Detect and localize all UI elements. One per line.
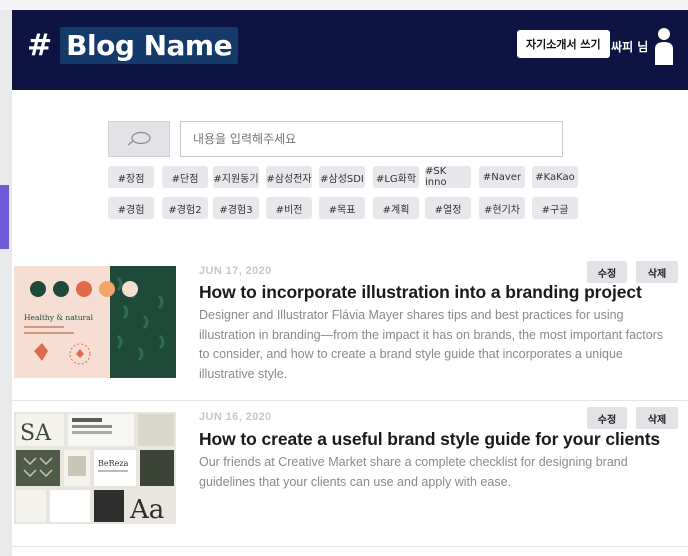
- user-name: 김싸피 님: [600, 40, 649, 54]
- tag-chip[interactable]: #경험: [108, 197, 154, 219]
- blog-page: # Blog Name 자기소개서 쓰기 김싸피 님 #장점 #단점 #지원동기…: [12, 10, 688, 556]
- search-button[interactable]: [108, 121, 170, 157]
- delete-button[interactable]: 삭제: [636, 407, 678, 429]
- top-strip: [0, 0, 688, 10]
- user-avatar-icon[interactable]: [653, 27, 675, 65]
- edit-button[interactable]: 수정: [587, 407, 627, 429]
- post-thumbnail[interactable]: Healthy & natural: [14, 266, 176, 378]
- post-title[interactable]: How to incorporate illustration into a b…: [199, 282, 642, 303]
- thumb-caption: BeReza: [98, 459, 129, 468]
- post-divider: [12, 400, 688, 401]
- delete-button[interactable]: 삭제: [636, 261, 678, 283]
- search-icon: [127, 131, 151, 146]
- tag-chip[interactable]: #구글: [532, 197, 578, 219]
- svg-text:Aa: Aa: [129, 495, 164, 524]
- post-description: Designer and Illustrator Flávia Mayer sh…: [199, 308, 664, 381]
- illustration-branding-image: Healthy & natural: [14, 266, 176, 378]
- blog-brand[interactable]: # Blog Name: [27, 22, 239, 68]
- thumb-caption: Healthy & natural: [24, 313, 94, 322]
- post-divider: [12, 546, 688, 547]
- tag-chip[interactable]: #목표: [319, 197, 365, 219]
- tag-chip[interactable]: #장점: [108, 166, 154, 188]
- tag-chip[interactable]: #삼성전자: [266, 166, 312, 188]
- post-description: Our friends at Creative Market share a c…: [199, 455, 628, 489]
- blog-name: Blog Name: [60, 26, 239, 64]
- tag-chip[interactable]: #KaKao: [532, 166, 578, 188]
- search-bar: [108, 121, 563, 157]
- post-thumbnail[interactable]: SA BeReza Aa: [14, 412, 176, 524]
- side-accent-tab[interactable]: [0, 185, 9, 249]
- tag-chip[interactable]: #SK inno: [425, 166, 471, 188]
- tag-chip[interactable]: #비전: [266, 197, 312, 219]
- post-title[interactable]: How to create a useful brand style guide…: [199, 429, 660, 450]
- hash-symbol: #: [27, 27, 53, 63]
- tag-chip[interactable]: #경험3: [213, 197, 259, 219]
- write-intro-button[interactable]: 자기소개서 쓰기: [517, 30, 610, 58]
- tag-chip[interactable]: #삼성SDI: [319, 166, 365, 188]
- tag-chip[interactable]: #LG화학: [373, 166, 419, 188]
- tag-chip[interactable]: #열정: [425, 197, 471, 219]
- search-input[interactable]: [180, 121, 563, 157]
- svg-text:SA: SA: [20, 421, 52, 446]
- post-date: JUN 17, 2020: [199, 265, 272, 277]
- tag-chip[interactable]: #계획: [373, 197, 419, 219]
- tag-chip[interactable]: #단점: [162, 166, 208, 188]
- tag-chip[interactable]: #Naver: [479, 166, 525, 188]
- tag-chip[interactable]: #지원동기: [213, 166, 259, 188]
- brand-guide-image: SA BeReza Aa: [14, 412, 176, 524]
- tag-chip[interactable]: #현기차: [479, 197, 525, 219]
- post-date: JUN 16, 2020: [199, 411, 272, 423]
- tag-chip[interactable]: #경험2: [162, 197, 208, 219]
- header-bar: # Blog Name 자기소개서 쓰기 김싸피 님: [12, 10, 688, 90]
- edit-button[interactable]: 수정: [587, 261, 627, 283]
